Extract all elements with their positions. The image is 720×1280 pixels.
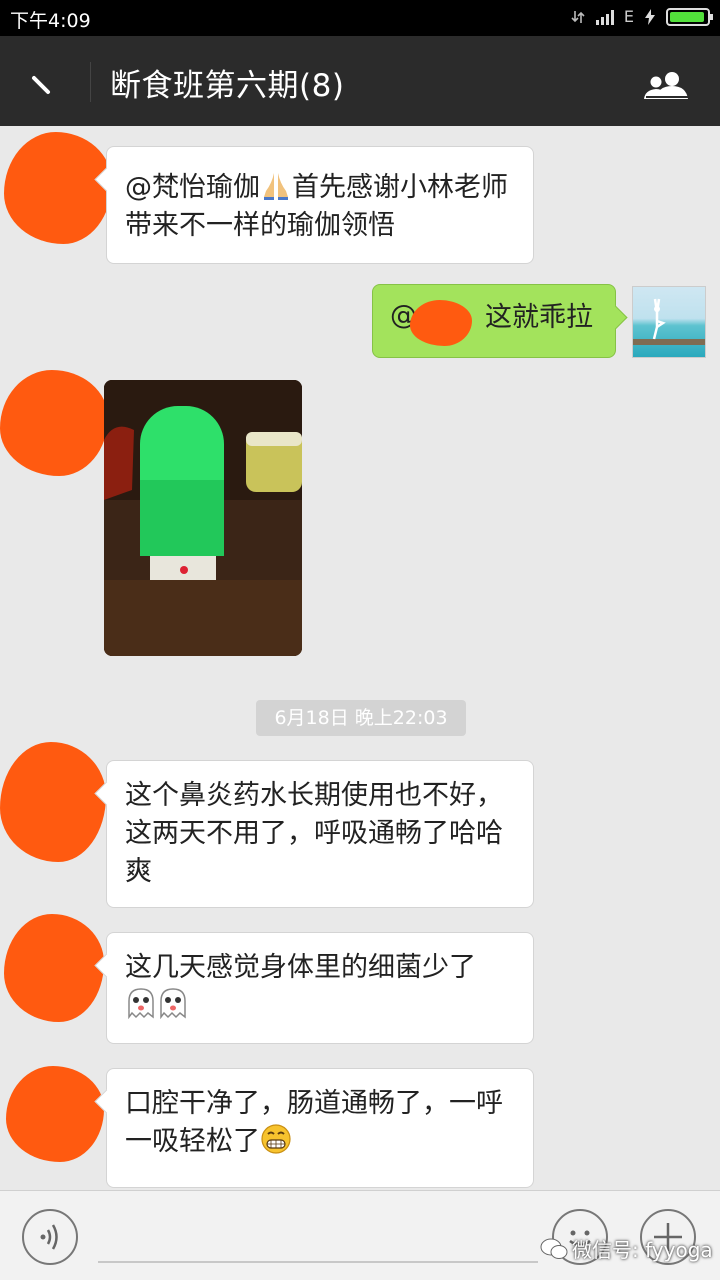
mention-redacted: [410, 300, 472, 346]
yoga-figure-icon: [633, 298, 705, 345]
group-icon[interactable]: [642, 70, 694, 100]
message-bubble[interactable]: 这几天感觉身体里的细菌少了: [106, 932, 534, 1044]
avatar-redacted: [6, 1066, 104, 1162]
voice-icon: [40, 1224, 58, 1250]
chat-timestamp: 6月18日 晚上22:03: [256, 700, 466, 736]
message-bubble[interactable]: 口腔干净了，肠道通畅了，一呼一吸轻松了: [106, 1068, 534, 1188]
grinning-face-icon: [261, 1124, 291, 1154]
status-icons: E: [570, 7, 713, 26]
avatar-redacted: [4, 132, 112, 244]
signal-icon: [595, 9, 614, 25]
message-text: 这个鼻炎药水长期使用也不好，这两天不用了，呼吸通畅了哈哈爽: [125, 780, 503, 887]
message-input[interactable]: [98, 1261, 538, 1263]
data-transfer-icon: [571, 10, 585, 23]
watermark: 微信号: fyyoga: [540, 1234, 713, 1263]
charging-icon: [645, 8, 655, 25]
status-time: 下午4:09: [10, 10, 91, 32]
chat-area[interactable]: @梵怡瑜伽 首先感谢小林老师带来不一样的瑜伽领悟 这就乖拉 @ 6月18日 晚上2…: [0, 126, 720, 1190]
watermark-text: 微信号: fyyoga: [572, 1238, 713, 1262]
shared-photo[interactable]: [104, 380, 302, 656]
voice-button[interactable]: [22, 1209, 78, 1265]
back-icon[interactable]: [28, 66, 58, 96]
ghost-icon: [160, 988, 186, 1019]
message-text: @梵怡瑜伽: [125, 172, 260, 203]
message-text: 口腔干净了，肠道通畅了，一呼一吸轻松了: [125, 1088, 503, 1157]
message-text: 这几天感觉身体里的细菌少了: [125, 952, 476, 983]
chat-title: 断食班第六期(8): [110, 68, 345, 104]
message-bubble[interactable]: 这个鼻炎药水长期使用也不好，这两天不用了，呼吸通畅了哈哈爽: [106, 760, 534, 908]
avatar-redacted: [0, 742, 106, 862]
ghost-icon: [128, 988, 154, 1019]
message-bubble[interactable]: @梵怡瑜伽 首先感谢小林老师带来不一样的瑜伽领悟: [106, 146, 534, 264]
avatar-redacted: [4, 914, 104, 1022]
photo-content: [104, 380, 302, 656]
network-type: E: [623, 7, 634, 26]
header-divider: [90, 62, 91, 102]
avatar-redacted: [0, 370, 108, 476]
message-text: 这就乖拉: [485, 302, 593, 333]
wechat-icon: [540, 1238, 568, 1259]
my-avatar[interactable]: [632, 286, 706, 358]
status-bar: 下午4:09 E: [0, 0, 720, 36]
praying-hands-icon: [264, 173, 288, 200]
battery-icon: [666, 7, 713, 26]
chat-header: 断食班第六期(8): [0, 36, 720, 126]
